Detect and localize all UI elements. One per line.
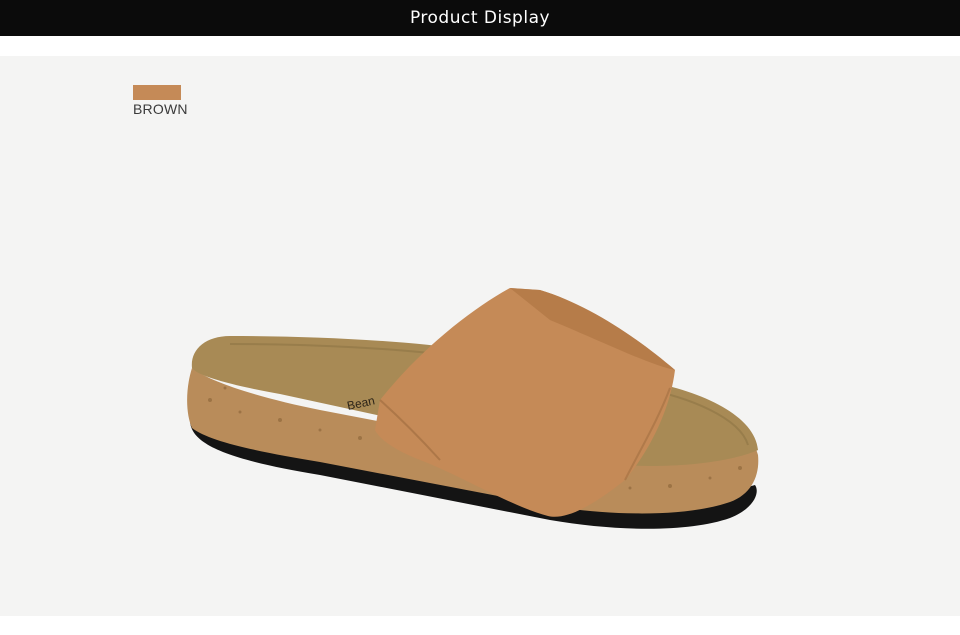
header-bar: Product Display bbox=[0, 0, 960, 36]
color-swatch-brown[interactable] bbox=[133, 85, 181, 100]
separator bbox=[0, 36, 960, 56]
sandal-image: Bean bbox=[187, 288, 759, 529]
bottom-spacer bbox=[0, 616, 960, 635]
page-title: Product Display bbox=[409, 8, 551, 28]
color-swatch-label: BROWN bbox=[133, 101, 188, 117]
